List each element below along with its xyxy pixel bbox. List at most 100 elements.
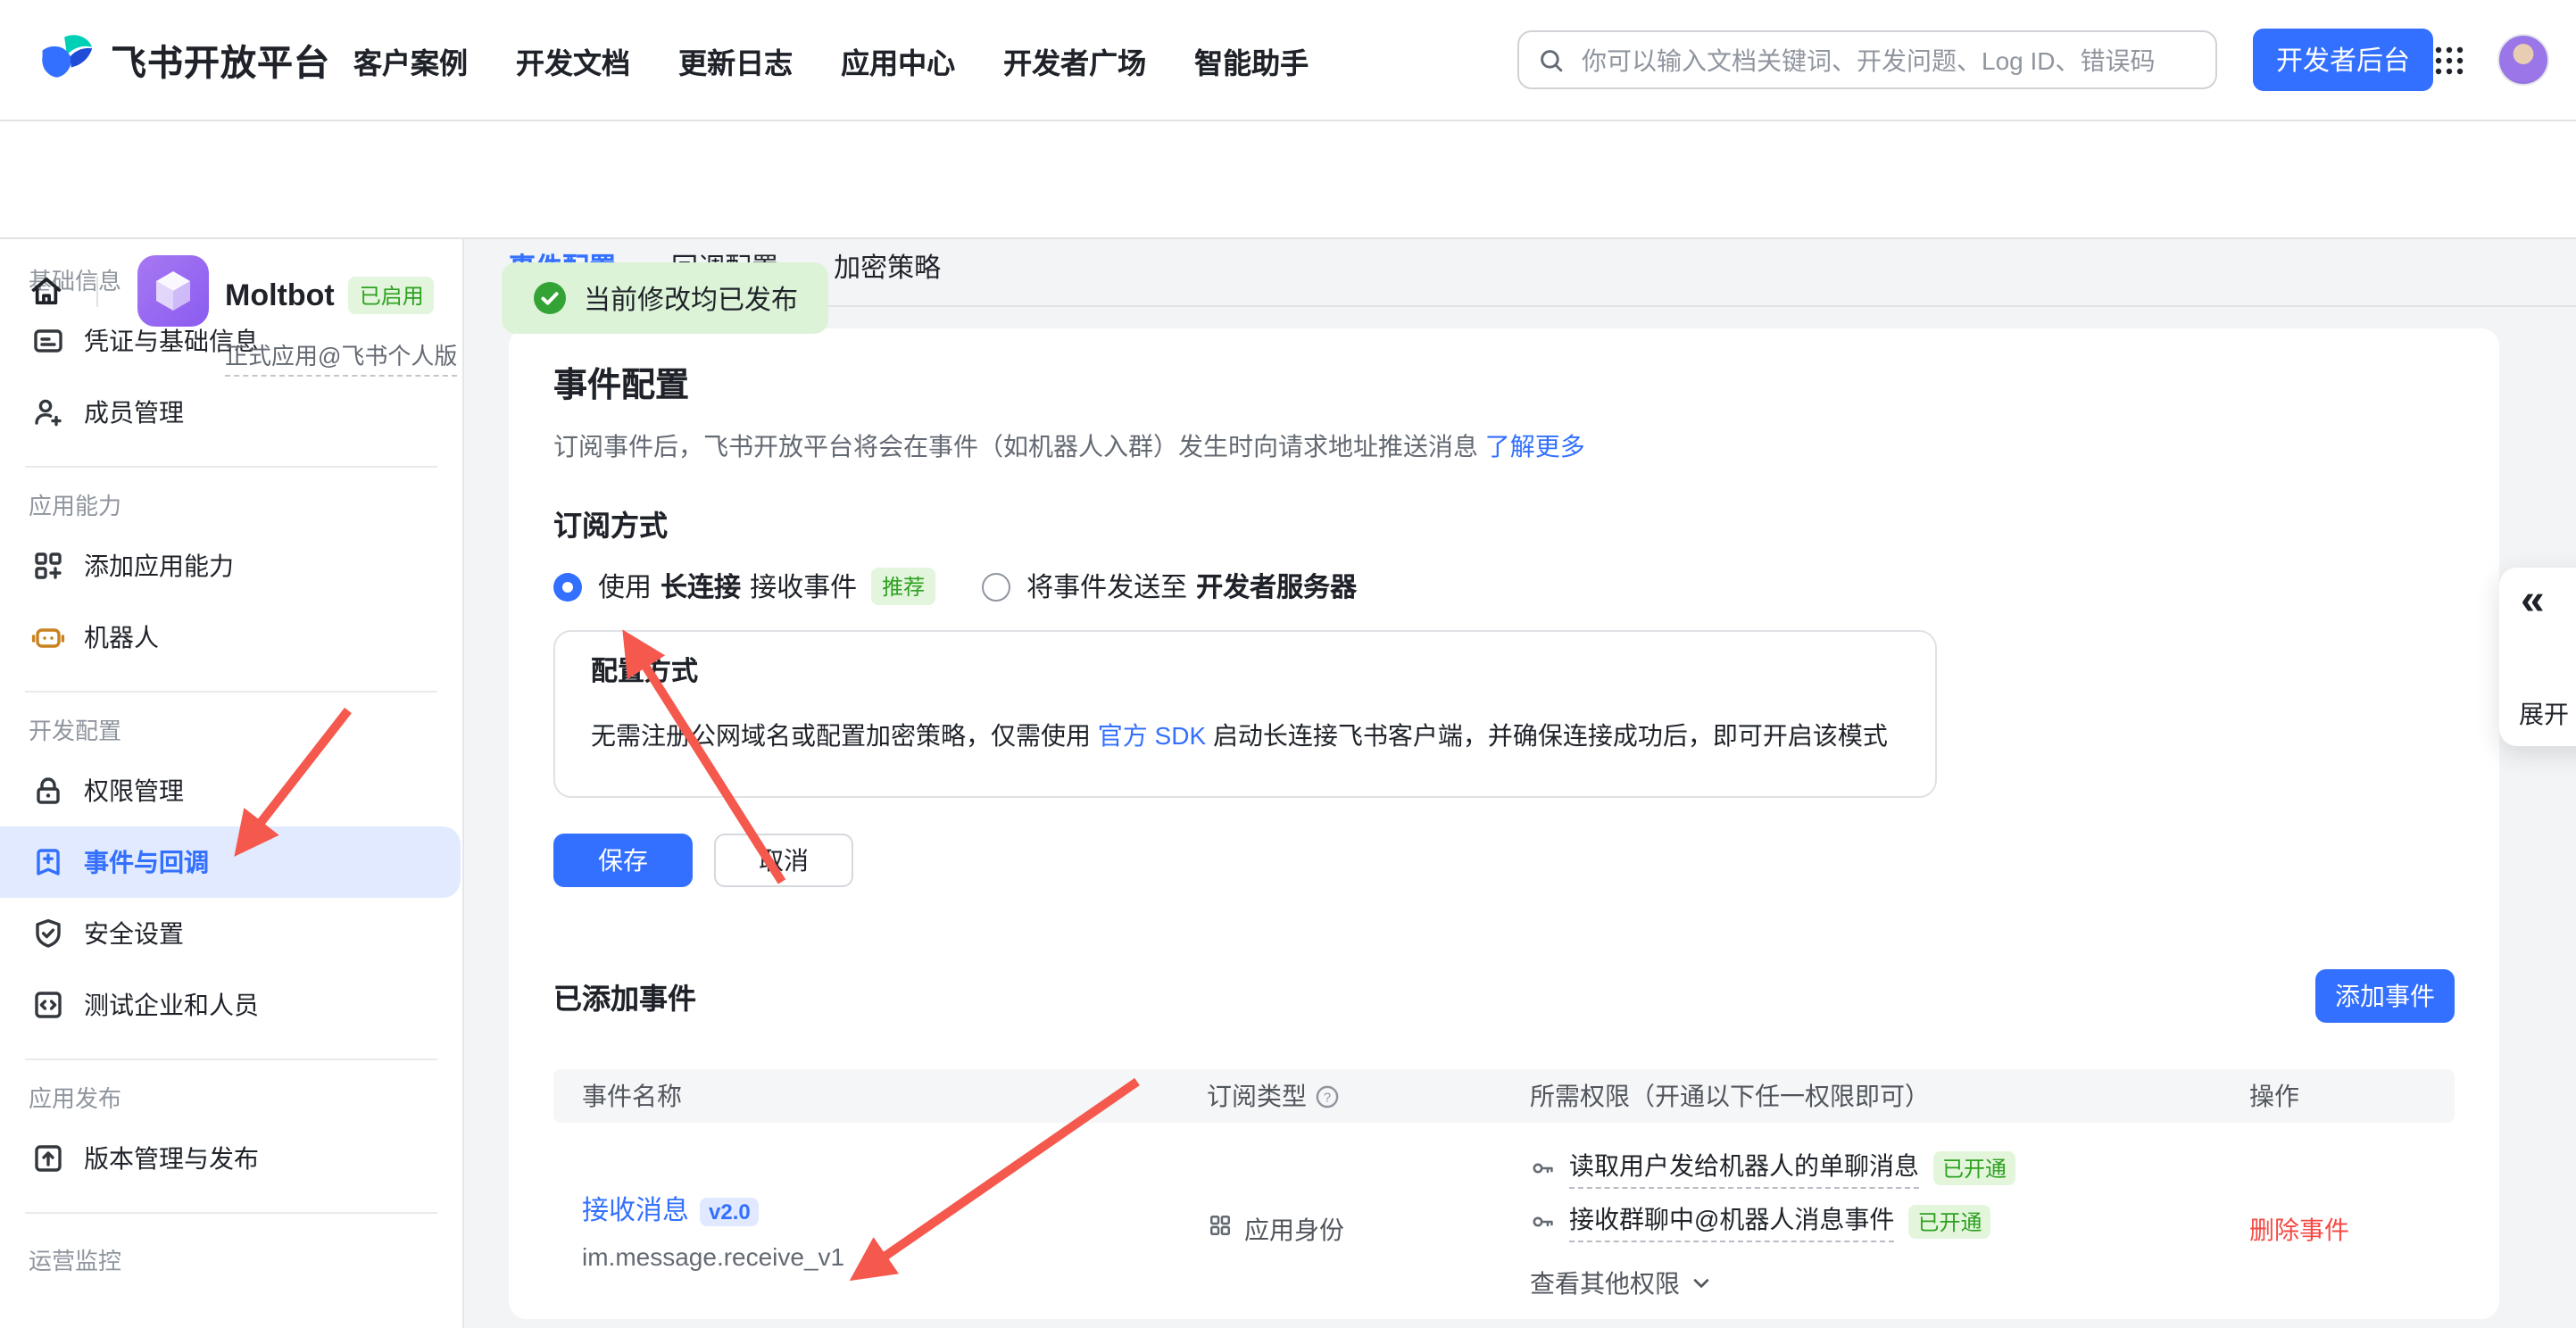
publish-status-text: 当前修改均已发布 xyxy=(584,279,798,317)
learn-more-link[interactable]: 了解更多 xyxy=(1485,432,1585,461)
home-icon[interactable] xyxy=(27,271,66,311)
collapse-panel[interactable]: « 展开 xyxy=(2499,568,2576,746)
sidebar-item-security[interactable]: 安全设置 xyxy=(0,898,461,969)
nav-item-app-center[interactable]: 应用中心 xyxy=(841,38,955,81)
sidebar-item-label: 安全设置 xyxy=(84,916,184,951)
cancel-button[interactable]: 取消 xyxy=(714,834,853,887)
nav-item-ai-assistant[interactable]: 智能助手 xyxy=(1194,38,1309,81)
sidebar-item-label: 测试企业和人员 xyxy=(84,987,259,1023)
lock-icon xyxy=(30,773,66,809)
version-badge: v2.0 xyxy=(700,1198,760,1226)
sidebar-item-label: 机器人 xyxy=(84,619,159,655)
event-plus-icon xyxy=(30,844,66,880)
sidebar-item-version-release[interactable]: 版本管理与发布 xyxy=(0,1123,461,1194)
sidebar-item-label: 权限管理 xyxy=(84,773,184,809)
developer-console-button[interactable]: 开发者后台 xyxy=(2253,29,2433,91)
publish-status-pill: 当前修改均已发布 xyxy=(502,262,828,334)
app-grid-icon[interactable] xyxy=(2433,45,2465,77)
sidebar-section-dev-config: 开发配置 xyxy=(29,709,462,755)
nav-item-developer-plaza[interactable]: 开发者广场 xyxy=(1003,38,1146,81)
sidebar-item-label: 事件与回调 xyxy=(84,844,209,880)
radio-developer-server[interactable] xyxy=(982,572,1010,601)
form-actions: 保存 取消 xyxy=(553,834,2499,887)
divider xyxy=(25,691,437,693)
sidebar-item-events-callbacks[interactable]: 事件与回调 xyxy=(0,826,461,898)
subscription-type-text: 应用身份 xyxy=(1244,1212,1344,1248)
added-events-header: 已添加事件 添加事件 xyxy=(553,969,2455,1023)
chevron-down-icon xyxy=(1691,1273,1712,1294)
add-event-button[interactable]: 添加事件 xyxy=(2315,969,2455,1023)
brand-title: 飞书开放平台 xyxy=(111,33,330,85)
brand[interactable]: 飞书开放平台 xyxy=(36,29,330,89)
event-config-card: 事件配置 订阅事件后，飞书开放平台将会在事件（如机器人入群）发生时向请求地址推送… xyxy=(509,328,2499,1319)
app-identity-icon xyxy=(1207,1212,1234,1239)
expand-label: 展开 xyxy=(2519,696,2569,732)
nav-item-customer-cases[interactable]: 客户案例 xyxy=(353,38,468,81)
col-actions: 操作 xyxy=(2221,1078,2426,1114)
radio-long-connection[interactable] xyxy=(553,572,582,601)
sidebar-item-bot[interactable]: 机器人 xyxy=(0,602,461,673)
app-header-bar: Moltbot 已启用 正式应用@飞书个人版 当前修改均已发布 xyxy=(0,120,2576,239)
app-icon[interactable] xyxy=(137,255,209,327)
key-icon xyxy=(1530,1154,1557,1181)
tab-encryption-strategy[interactable]: 加密策略 xyxy=(834,248,941,311)
divider xyxy=(96,277,98,307)
permission-item: 读取用户发给机器人的单聊消息 已开通 xyxy=(1530,1148,2221,1187)
subscription-type-cell: 应用身份 xyxy=(1178,1123,1501,1319)
option-label: 将事件发送至 xyxy=(1026,568,1187,605)
global-search[interactable] xyxy=(1517,30,2217,89)
permissions-cell: 读取用户发给机器人的单聊消息 已开通 接收群聊中@机器人消息事件 已开通 xyxy=(1501,1123,2221,1319)
help-icon[interactable]: ? xyxy=(1316,1084,1339,1108)
app-subtitle: 正式应用@飞书个人版 xyxy=(225,337,457,377)
sidebar-item-test-company[interactable]: 测试企业和人员 xyxy=(0,969,461,1041)
table-row: 接收消息 v2.0 im.message.receive_v1 应用身份 xyxy=(553,1123,2455,1319)
official-sdk-link[interactable]: 官方 SDK xyxy=(1098,721,1206,750)
double-chevron-left-icon: « xyxy=(2521,577,2545,627)
permission-name: 读取用户发给机器人的单聊消息 xyxy=(1569,1147,1919,1188)
search-input[interactable] xyxy=(1578,44,2198,76)
robot-icon xyxy=(30,619,66,655)
added-events-title: 已添加事件 xyxy=(553,975,696,1017)
save-button[interactable]: 保存 xyxy=(553,834,693,887)
table-header-row: 事件名称 订阅类型 ? 所需权限（开通以下任一权限即可） 操作 xyxy=(553,1069,2455,1123)
config-method-title: 配置方式 xyxy=(591,657,1899,689)
event-code: im.message.receive_v1 xyxy=(582,1242,1178,1271)
divider xyxy=(25,1058,437,1060)
check-circle-icon xyxy=(532,280,568,316)
app-name: Moltbot xyxy=(225,278,335,313)
description-text: 订阅事件后，飞书开放平台将会在事件（如机器人入群）发生时向请求地址推送消息 xyxy=(553,432,1478,461)
top-nav-menu: 客户案例 开发文档 更新日志 应用中心 开发者广场 智能助手 xyxy=(353,0,1309,120)
user-avatar[interactable] xyxy=(2497,34,2549,86)
sidebar-section-ops-monitor: 运营监控 xyxy=(29,1239,462,1285)
nav-item-changelog[interactable]: 更新日志 xyxy=(678,38,793,81)
subscription-options: 使用 长连接 接收事件 推荐 将事件发送至 开发者服务器 xyxy=(553,568,2499,605)
event-name-cell: 接收消息 v2.0 im.message.receive_v1 xyxy=(553,1123,1178,1319)
permission-granted-badge: 已开通 xyxy=(1908,1204,1990,1238)
code-box-icon xyxy=(30,987,66,1023)
page-description: 订阅事件后，飞书开放平台将会在事件（如机器人入群）发生时向请求地址推送消息 了解… xyxy=(553,428,2499,464)
divider xyxy=(25,1212,437,1214)
delete-event-link[interactable]: 删除事件 xyxy=(2221,1123,2426,1319)
sidebar-item-add-capability[interactable]: 添加应用能力 xyxy=(0,530,461,602)
page-title: 事件配置 xyxy=(553,368,2499,407)
sidebar-section-app-release: 应用发布 xyxy=(29,1076,462,1123)
permission-name: 接收群聊中@机器人消息事件 xyxy=(1569,1200,1894,1241)
col-event-name: 事件名称 xyxy=(553,1078,1178,1114)
enabled-badge: 已启用 xyxy=(349,277,435,314)
col-subscription-type: 订阅类型 ? xyxy=(1178,1078,1501,1114)
config-method-text: 无需注册公网域名或配置加密策略，仅需使用 官方 SDK 启动长连接飞书客户端，并… xyxy=(591,718,1899,753)
key-icon xyxy=(1530,1208,1557,1234)
sidebar-item-label: 成员管理 xyxy=(84,394,184,430)
option-label-strong: 开发者服务器 xyxy=(1196,568,1357,605)
view-more-permissions[interactable]: 查看其他权限 xyxy=(1530,1266,2221,1301)
events-table: 事件名称 订阅类型 ? 所需权限（开通以下任一权限即可） 操作 xyxy=(553,1069,2455,1319)
top-navigation-bar: 飞书开放平台 客户案例 开发文档 更新日志 应用中心 开发者广场 智能助手 开发… xyxy=(0,0,2576,121)
subscription-mode-title: 订阅方式 xyxy=(553,510,2499,546)
nav-item-dev-docs[interactable]: 开发文档 xyxy=(516,38,630,81)
event-name-link[interactable]: 接收消息 xyxy=(582,1196,689,1226)
option-label: 接收事件 xyxy=(750,568,857,605)
divider xyxy=(25,466,437,468)
sidebar-item-permissions[interactable]: 权限管理 xyxy=(0,755,461,826)
sidebar-item-members[interactable]: 添加应用能力 成员管理 xyxy=(0,377,461,448)
feishu-logo-icon xyxy=(36,29,96,89)
